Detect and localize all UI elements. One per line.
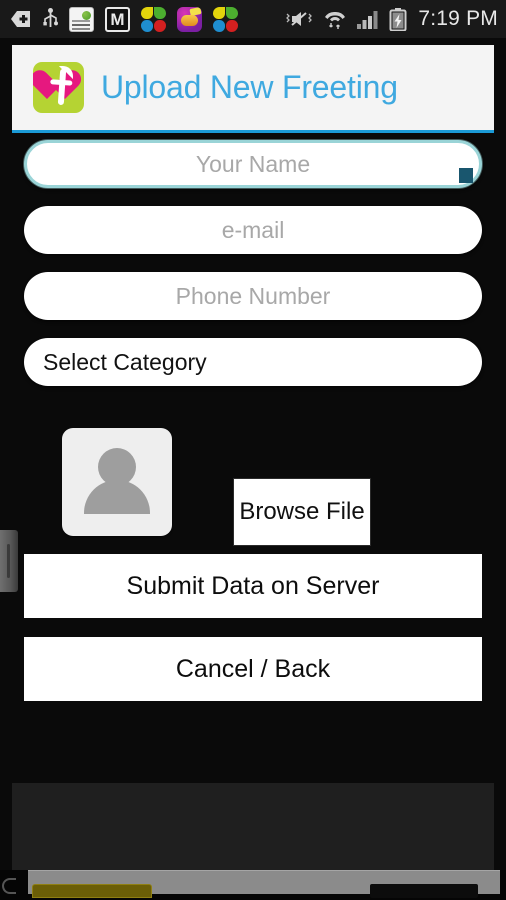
- category-select-value: Select Category: [43, 348, 207, 375]
- usb-icon: [43, 8, 58, 27]
- edge-drag-handle[interactable]: [0, 530, 18, 592]
- flower-app-icon-1[interactable]: [141, 6, 166, 32]
- submit-button[interactable]: Submit Data on Server: [24, 554, 482, 618]
- app-window: Upload New Freeting Your Name e-mail Pho…: [0, 38, 506, 900]
- recharge-app-icon[interactable]: [69, 6, 94, 32]
- page-title: Upload New Freeting: [101, 69, 398, 105]
- image-preview-placeholder[interactable]: [62, 428, 172, 536]
- app-content-spacer: [12, 783, 494, 878]
- freeting-logo-icon: [33, 62, 84, 113]
- gmail-icon[interactable]: [105, 6, 130, 32]
- name-input-placeholder: Your Name: [195, 150, 311, 177]
- browse-file-button[interactable]: Browse File: [233, 478, 371, 546]
- bottom-system-strip: [0, 870, 506, 900]
- hook-shape: [59, 66, 73, 79]
- bottom-left-curl: [2, 878, 16, 894]
- email-input-placeholder: e-mail: [221, 216, 285, 243]
- category-select[interactable]: Select Category: [24, 338, 482, 386]
- wifi-icon: [325, 11, 346, 29]
- cellular-signal-icon: [357, 10, 378, 29]
- flower-app-icon-2[interactable]: [213, 6, 238, 32]
- bottom-tab-highlighted[interactable]: [32, 884, 152, 898]
- phone-input[interactable]: Phone Number: [24, 272, 482, 320]
- android-status-bar: 7:19 PM: [0, 0, 506, 38]
- phone-input-placeholder: Phone Number: [175, 282, 331, 309]
- status-bar-notification-icons: [0, 6, 238, 32]
- upload-form: Your Name e-mail Phone Number Select Cat…: [0, 140, 506, 720]
- status-bar-system-icons: 7:19 PM: [284, 7, 506, 31]
- status-bar-clock: 7:19 PM: [418, 7, 498, 30]
- scrollbar-thumb[interactable]: [459, 168, 473, 183]
- usb-debug-plus-icon: [11, 11, 30, 27]
- app-header: Upload New Freeting: [12, 45, 494, 133]
- bottom-tab-secondary[interactable]: [370, 884, 478, 898]
- person-icon-body: [84, 480, 150, 514]
- mute-vibrate-icon: [286, 12, 313, 26]
- battery-charging-icon: [389, 7, 407, 31]
- device-screen: 7:19 PM Upload New Freeting Your Name e-…: [0, 0, 506, 900]
- name-input[interactable]: Your Name: [24, 140, 482, 188]
- email-input[interactable]: e-mail: [24, 206, 482, 254]
- cancel-button[interactable]: Cancel / Back: [24, 637, 482, 701]
- chat-app-icon[interactable]: [177, 6, 202, 32]
